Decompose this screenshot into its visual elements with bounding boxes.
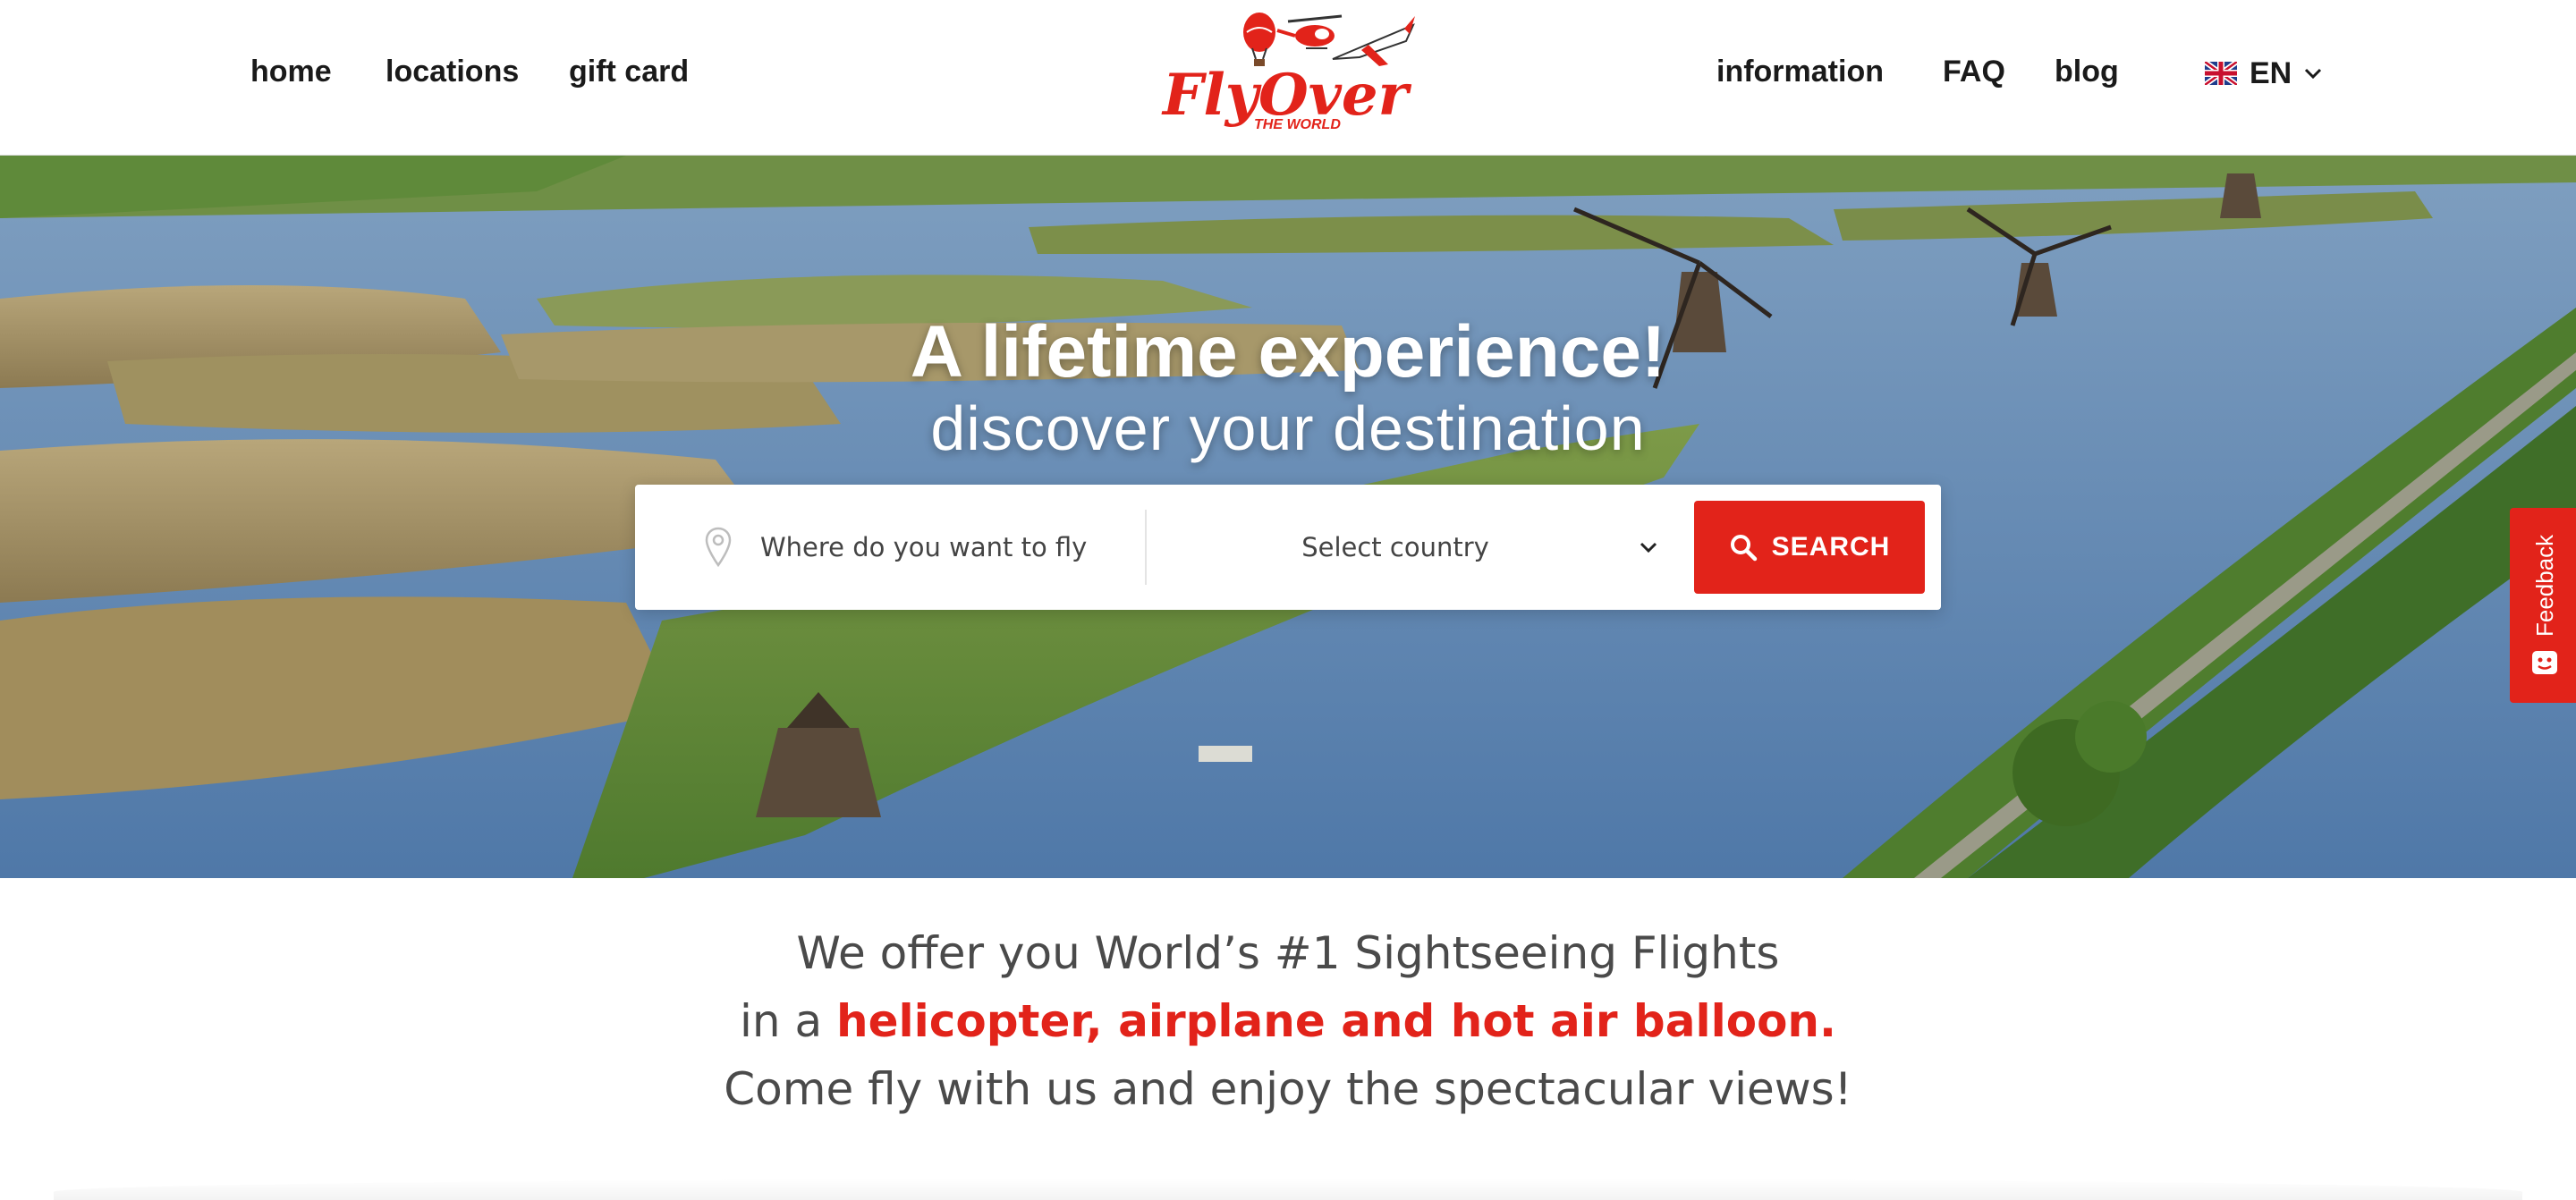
uk-flag-icon — [2205, 62, 2237, 85]
nav-home-link[interactable]: home — [250, 50, 332, 93]
hero-title: A lifetime experience! — [910, 311, 1666, 393]
language-code: EN — [2250, 55, 2292, 90]
feedback-chat-icon — [2532, 651, 2557, 674]
nav-gift-card-link[interactable]: gift card — [569, 50, 689, 93]
location-pin-icon — [705, 527, 732, 568]
nav-locations-link[interactable]: locations — [386, 50, 519, 93]
hero-banner: A lifetime experience! discover your des… — [0, 156, 2576, 878]
feedback-label: Feedback — [2531, 534, 2558, 637]
destination-search-input[interactable] — [760, 520, 1136, 574]
nav-blog-link[interactable]: blog — [2055, 50, 2119, 93]
tagline-line-3: Come fly with us and enjoy the spectacul… — [724, 1063, 1852, 1115]
site-header: home locations gift card FlyOver THE WOR… — [0, 0, 2576, 156]
tagline-highlight: helicopter, airplane and hot air balloon… — [835, 995, 1837, 1047]
country-select-label: Select country — [1301, 532, 1489, 562]
tagline-line-1: We offer you World’s #1 Sightseeing Flig… — [796, 927, 1780, 979]
flyover-logo-graphic: FlyOver THE WORLD — [1161, 13, 1415, 132]
feedback-label-graphic: Feedback — [2531, 534, 2558, 637]
language-selector[interactable]: EN — [2205, 52, 2322, 95]
logo-subtext: THE WORLD — [1254, 117, 1341, 132]
tagline-line-2: in a helicopter, airplane and hot air ba… — [0, 987, 2576, 1055]
nav-information-link[interactable]: information — [1716, 50, 1884, 93]
site-logo[interactable]: FlyOver THE WORLD — [1154, 5, 1422, 148]
chevron-down-icon — [2305, 68, 2322, 80]
chevron-down-icon — [1640, 542, 1657, 554]
search-divider — [1145, 510, 1147, 585]
nav-faq-link[interactable]: FAQ — [1943, 50, 2005, 93]
feedback-tab[interactable]: Feedback — [2510, 508, 2576, 703]
tagline-section: We offer you World’s #1 Sightseeing Flig… — [0, 919, 2576, 1123]
hero-subtitle: discover your destination — [930, 393, 1646, 463]
section-divider-shadow — [54, 1179, 2522, 1200]
tagline-line-2-prefix: in a — [739, 995, 836, 1047]
search-button-label: SEARCH — [1771, 532, 1891, 562]
search-icon — [1730, 535, 1757, 562]
search-bar: Select country SEARCH — [635, 485, 1941, 610]
country-select[interactable]: Select country — [1172, 511, 1673, 583]
search-button[interactable]: SEARCH — [1694, 501, 1925, 594]
